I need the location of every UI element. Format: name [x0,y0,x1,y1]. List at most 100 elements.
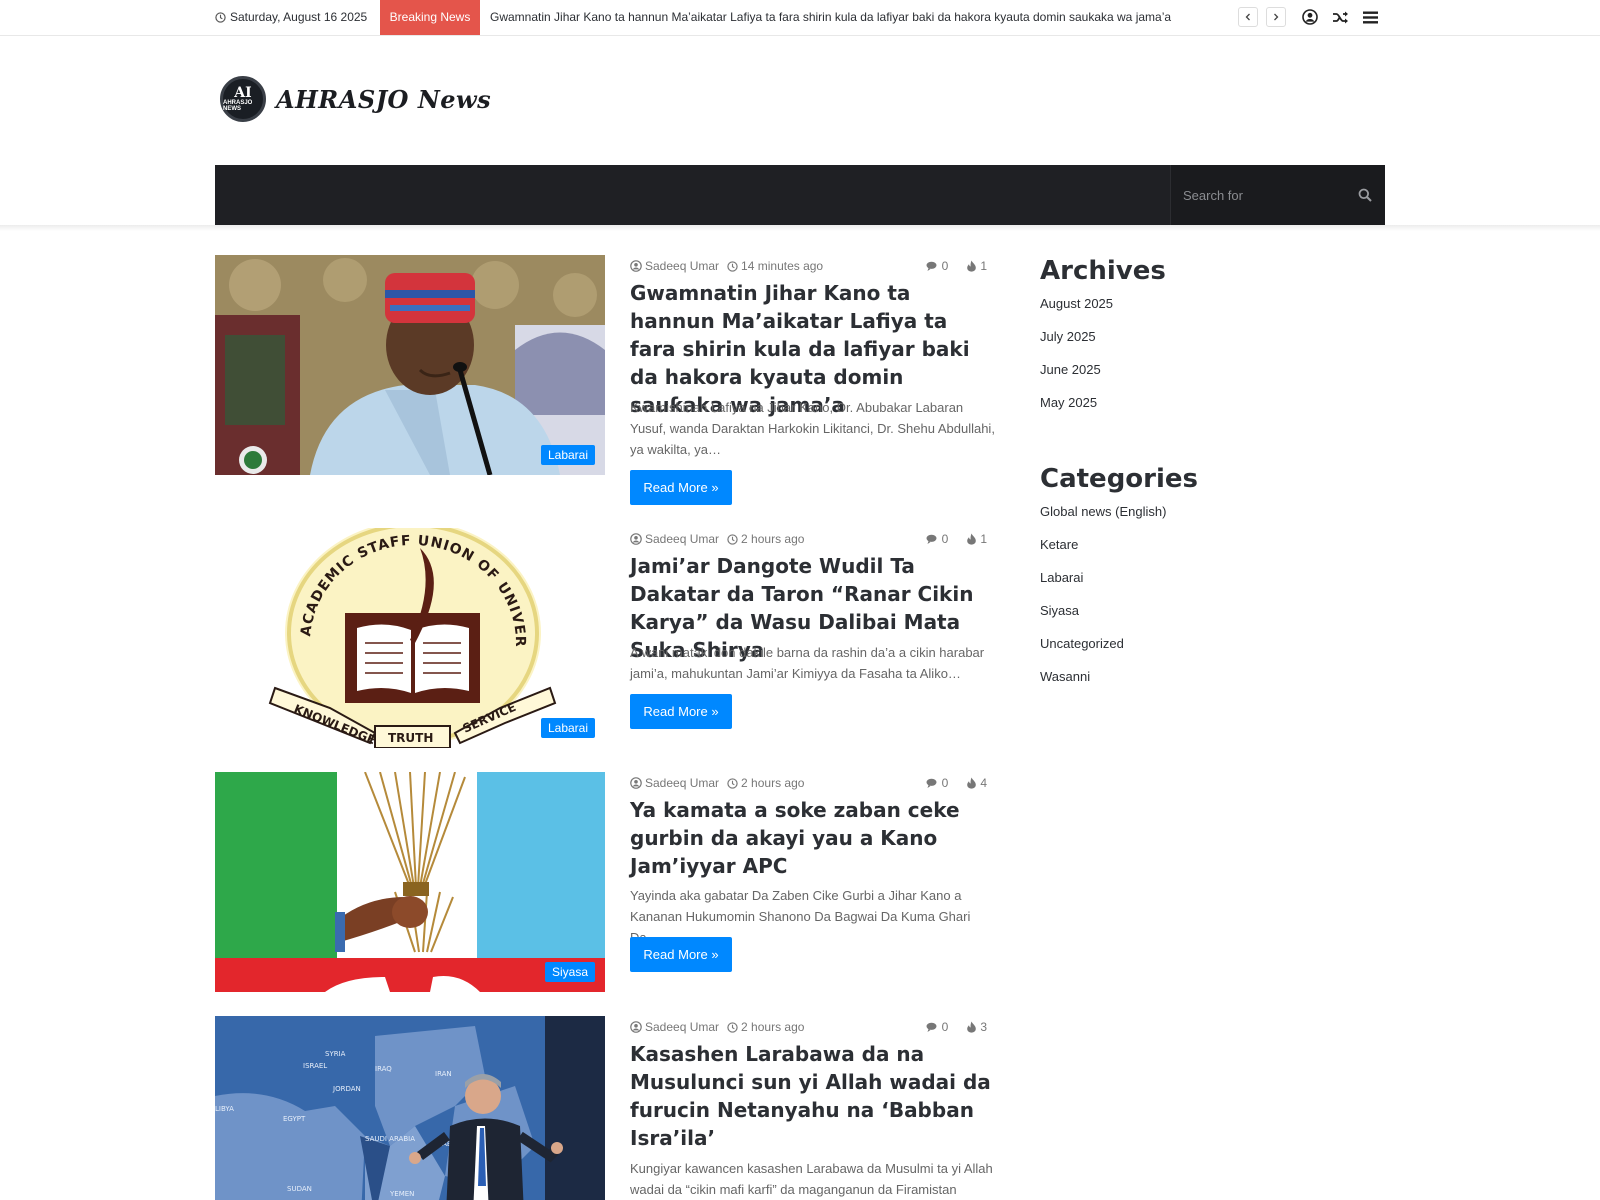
category-link[interactable]: Global news (English) [1040,504,1370,537]
post-author[interactable]: Sadeeq Umar [630,532,719,546]
random-article-button[interactable] [1330,7,1350,27]
search-input[interactable] [1171,165,1351,225]
comments-icon [926,778,937,788]
logo-badge-text: AHRASJO NEWS [223,100,253,112]
comments-icon [926,261,937,271]
post-time: 2 hours ago [741,1020,805,1034]
ticker-next-button[interactable] [1266,7,1286,27]
map-label: ISRAEL [303,1062,327,1070]
post-author[interactable]: Sadeeq Umar [630,259,719,273]
post-item: Siyasa Sadeeq Umar 2 hours ago 0 4 Ya ka… [215,772,995,992]
archive-link[interactable]: August 2025 [1040,296,1370,329]
post-thumbnail[interactable]: SYRIA ISRAEL IRAQ IRAN JORDAN EGYPT SAUD… [215,1016,605,1200]
sidebar-categories: Categories Global news (English) Ketare … [1040,464,1370,702]
archives-heading: Archives [1040,256,1166,286]
ticker-prev-button[interactable] [1238,7,1258,27]
post-thumbnail[interactable]: ACADEMIC STAFF UNION OF UNIVERSITIES KNO… [215,528,605,748]
read-more-button[interactable]: Read More » [630,937,732,972]
map-label: EGYPT [283,1115,306,1123]
author-name: Sadeeq Umar [645,532,720,546]
user-icon [630,260,642,272]
search-button[interactable] [1355,185,1375,205]
read-more-button[interactable]: Read More » [630,470,732,505]
post-title[interactable]: Ya kamata a soke zaban ceke gurbin da ak… [630,796,995,880]
fire-icon [967,1021,977,1033]
post-date: 2 hours ago [727,776,804,790]
map-label: IRAN [435,1070,452,1078]
sidebar-archives: Archives August 2025 July 2025 June 2025… [1040,256,1370,428]
category-link[interactable]: Siyasa [1040,603,1370,636]
post-author[interactable]: Sadeeq Umar [630,776,719,790]
post-comments[interactable]: 0 [926,259,949,273]
map-label: YEMEN [389,1190,414,1198]
menu-button[interactable] [1360,7,1380,27]
categories-list: Global news (English) Ketare Labarai Siy… [1040,504,1370,702]
post-excerpt: A wani mataki don dakile barna da rashin… [630,645,985,681]
archive-link[interactable]: July 2025 [1040,329,1370,362]
post-author[interactable]: Sadeeq Umar [630,1020,719,1034]
category-link[interactable]: Wasanni [1040,669,1370,702]
search-icon [1358,188,1372,202]
category-link[interactable]: Ketare [1040,537,1370,570]
category-link[interactable]: Labarai [1040,570,1370,603]
author-name: Sadeeq Umar [645,776,720,790]
date-text: Saturday, August 16 2025 [230,10,368,24]
search-box [1170,165,1385,225]
site-name: AHRASJO News [276,84,492,114]
date-display: Saturday, August 16 2025 [215,0,367,34]
post-item: SYRIA ISRAEL IRAQ IRAN JORDAN EGYPT SAUD… [215,1016,995,1200]
view-count: 4 [980,776,987,790]
post-comments[interactable]: 0 [926,532,949,546]
breaking-news-ticker[interactable]: Gwamnatin Jihar Kano ta hannun Ma’aikata… [490,0,1225,34]
post-thumbnail[interactable]: Labarai [215,255,605,475]
post-views: 3 [966,1020,987,1034]
main-navigation [215,165,1385,225]
site-logo[interactable]: AI AHRASJO NEWS AHRASJO News [220,76,491,122]
chevron-left-icon [1245,13,1250,21]
post-date: 14 minutes ago [727,259,823,273]
user-circle-icon [1302,9,1318,25]
post-comments[interactable]: 0 [926,1020,948,1034]
post-item: Labarai Sadeeq Umar 14 minutes ago 0 1 G… [215,255,995,505]
fire-icon [967,777,977,789]
post-3-image [215,772,605,992]
map-label: JORDAN [332,1085,361,1093]
logo-badge-mark: AI [234,85,252,101]
post-date: 2 hours ago [727,1020,804,1034]
post-4-image: SYRIA ISRAEL IRAQ IRAN JORDAN EGYPT SAUD… [215,1016,605,1200]
hamburger-menu-icon [1362,11,1378,23]
category-tag[interactable]: Labarai [540,718,595,738]
comment-count: 0 [941,532,949,546]
post-time: 2 hours ago [741,776,805,790]
seal-mid-text: TRUTH [388,731,433,745]
archive-link[interactable]: May 2025 [1040,395,1370,428]
user-icon [630,777,642,789]
post-views: 1 [966,259,987,273]
fire-icon [967,260,977,272]
post-meta: Sadeeq Umar 2 hours ago 0 3 [630,1019,995,1035]
post-1-image [215,255,605,475]
post-time: 2 hours ago [741,532,805,546]
post-meta: Sadeeq Umar 2 hours ago 0 1 [630,531,995,547]
view-count: 1 [980,532,987,546]
post-comments[interactable]: 0 [926,776,949,790]
comment-count: 0 [941,259,949,273]
clock-icon [727,260,738,272]
shuffle-icon [1332,11,1348,23]
category-tag[interactable]: Siyasa [544,962,595,982]
comments-icon [926,1022,937,1032]
top-bar: Saturday, August 16 2025 Breaking News G… [0,0,1600,36]
read-more-button[interactable]: Read More » [630,694,732,729]
category-link[interactable]: Uncategorized [1040,636,1370,669]
archive-link[interactable]: June 2025 [1040,362,1370,395]
comments-icon [926,534,937,544]
post-time: 14 minutes ago [741,259,824,273]
post-title[interactable]: Kasashen Larabawa da na Musulunci sun yi… [630,1040,995,1152]
map-label: SUDAN [287,1185,312,1193]
login-button[interactable] [1300,7,1320,27]
post-meta: Sadeeq Umar 14 minutes ago 0 1 [630,258,995,274]
comment-count: 0 [941,776,949,790]
clock-icon [215,11,226,23]
post-thumbnail[interactable]: Siyasa [215,772,605,992]
category-tag[interactable]: Labarai [540,445,595,465]
